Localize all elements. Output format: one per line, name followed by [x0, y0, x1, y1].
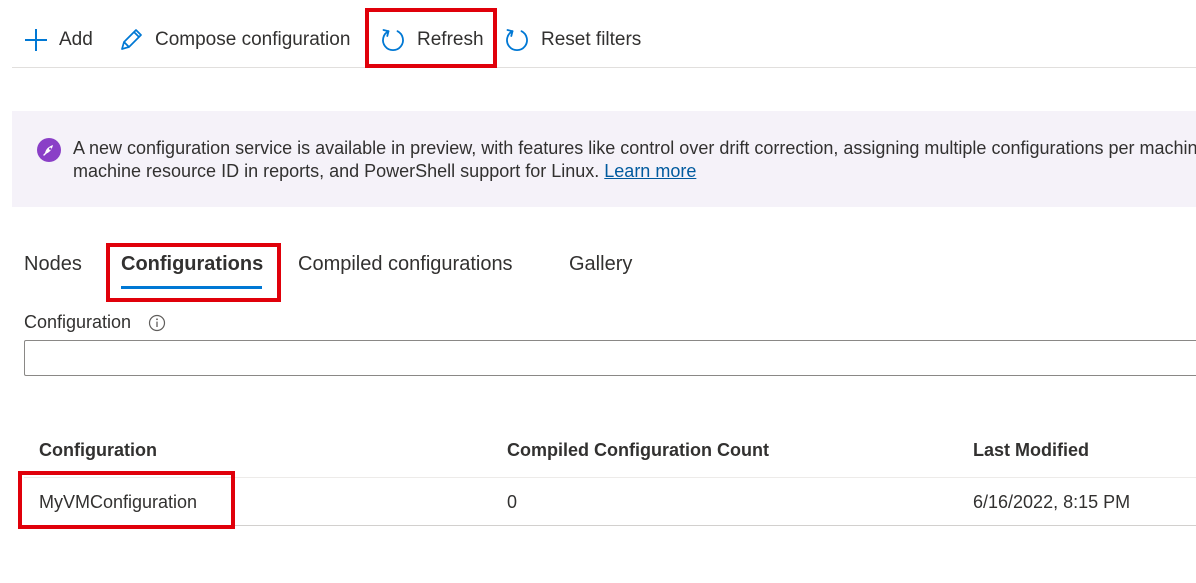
info-icon[interactable] [148, 314, 166, 332]
refresh-button[interactable]: Refresh [380, 22, 484, 58]
reset-filters-button[interactable]: Reset filters [504, 22, 641, 58]
reset-icon [504, 27, 530, 53]
configuration-name-link[interactable]: MyVMConfiguration [39, 492, 197, 513]
active-tab-underline [121, 286, 262, 289]
column-header-last-modified[interactable]: Last Modified [973, 440, 1089, 461]
refresh-icon [380, 27, 406, 53]
row-divider [24, 525, 1196, 526]
learn-more-link[interactable]: Learn more [604, 161, 696, 181]
reset-button-label: Reset filters [541, 29, 642, 50]
column-header-configuration[interactable]: Configuration [39, 440, 157, 461]
tab-configurations[interactable]: Configurations [121, 253, 263, 276]
configuration-filter-input[interactable] [24, 340, 1196, 376]
compiled-count-cell: 0 [507, 492, 518, 512]
tab-compiled-configurations[interactable]: Compiled configurations [298, 253, 513, 276]
header-divider [24, 477, 1196, 478]
plus-icon [24, 28, 48, 52]
add-button-label: Add [59, 29, 93, 50]
rocket-icon [37, 138, 61, 162]
configuration-filter-label: Configuration [24, 312, 132, 332]
tab-nodes[interactable]: Nodes [24, 253, 82, 276]
compose-configuration-button[interactable]: Compose configuration [118, 22, 350, 58]
pencil-icon [118, 27, 144, 53]
configuration-filter-label-group: Configuration [24, 312, 166, 333]
compose-button-label: Compose configuration [155, 29, 351, 50]
tab-gallery[interactable]: Gallery [569, 253, 632, 276]
command-bar: Add Compose configuration Refresh Reset … [12, 0, 1196, 68]
banner-text-line2: machine resource ID in reports, and Powe… [73, 161, 600, 181]
banner-text-line1: A new configuration service is available… [73, 138, 1196, 158]
add-button[interactable]: Add [24, 22, 93, 58]
last-modified-cell: 6/16/2022, 8:15 PM [973, 492, 1131, 512]
preview-banner: A new configuration service is available… [12, 111, 1196, 207]
column-header-compiled-count[interactable]: Compiled Configuration Count [507, 440, 769, 461]
refresh-button-label: Refresh [417, 29, 484, 50]
banner-message: A new configuration service is available… [73, 137, 1196, 183]
